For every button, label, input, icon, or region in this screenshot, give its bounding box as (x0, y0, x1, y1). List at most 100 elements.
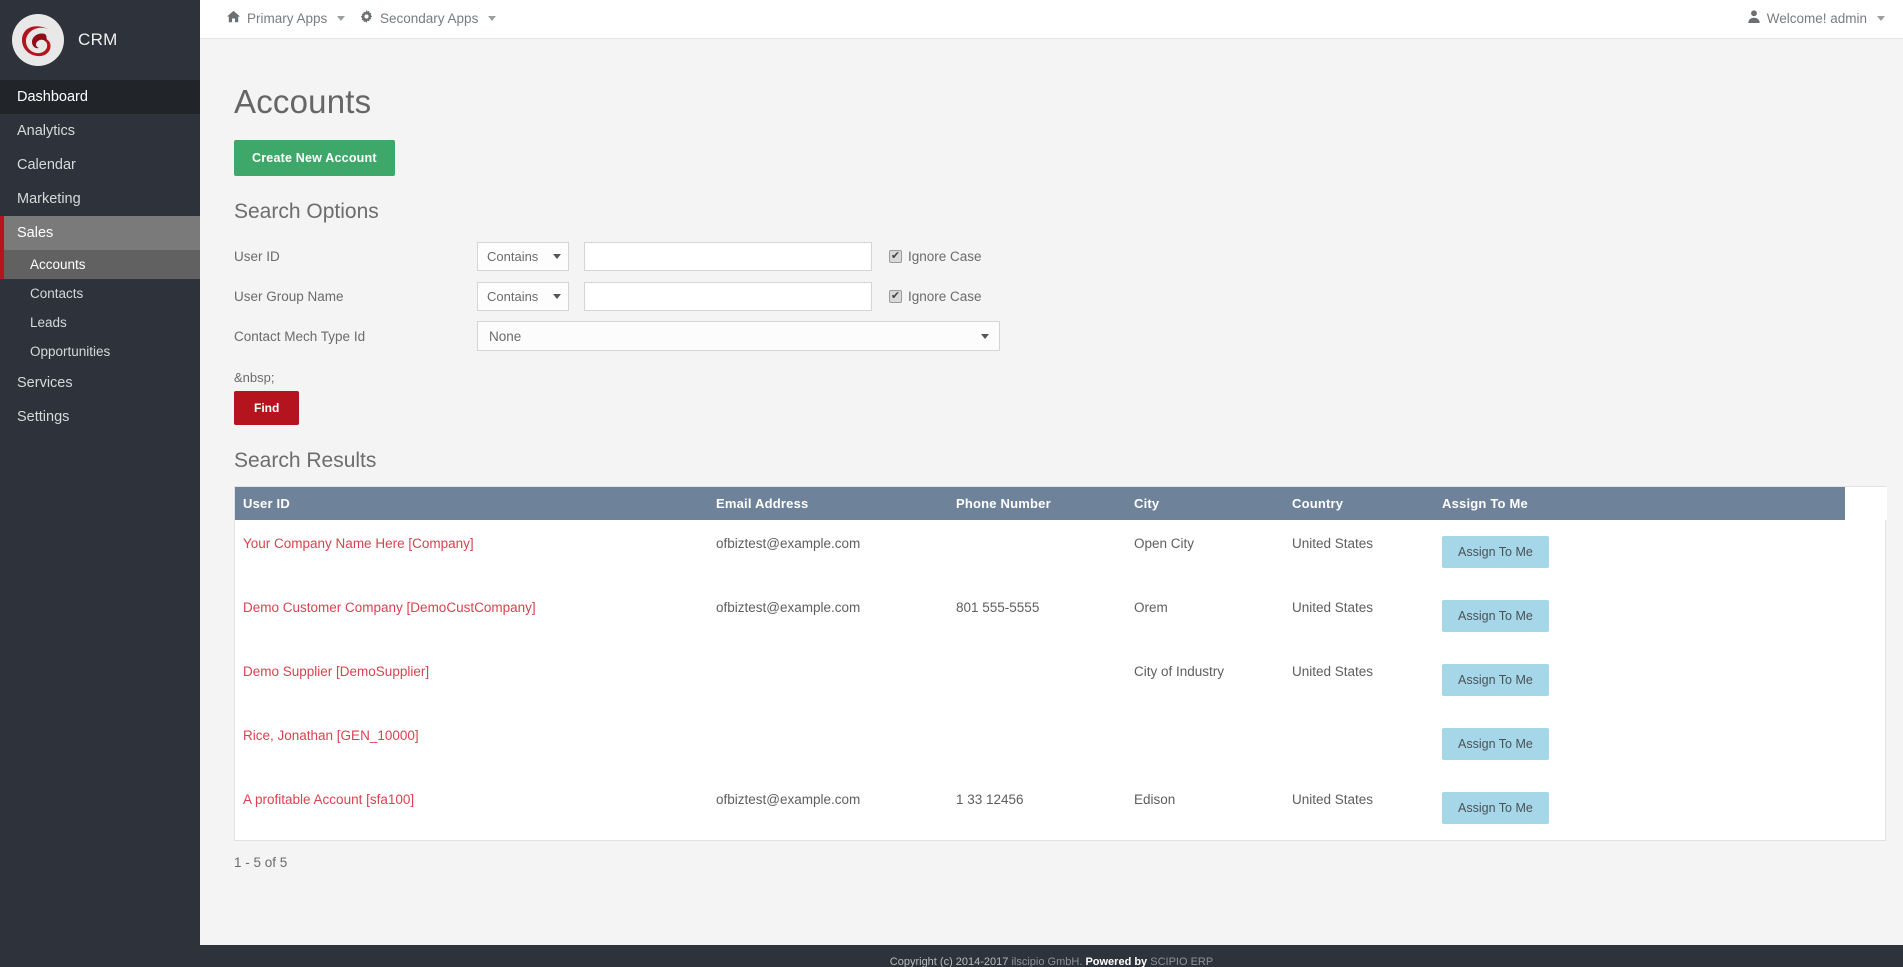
search-options-form: User ID Contains ✔ Ignore Case User Group Na… (200, 224, 1903, 425)
user-menu[interactable]: Welcome! admin (1748, 10, 1885, 26)
cell-email (708, 712, 948, 776)
user-id-operator-select[interactable]: Contains (477, 241, 569, 271)
search-results-heading: Search Results (234, 449, 377, 472)
page-title: Accounts (234, 83, 372, 120)
cell-phone: 801 555-5555 (956, 600, 1040, 615)
user-id-operator-value: Contains (487, 248, 539, 264)
search-options-heading: Search Options (234, 200, 379, 223)
assign-to-me-button[interactable]: Assign To Me (1442, 664, 1549, 696)
cell-email: ofbiztest@example.com (716, 600, 861, 615)
user-group-name-ignore-case-label: Ignore Case (908, 288, 982, 304)
footer-powered-by: Powered by (1085, 956, 1148, 967)
sidebar-nav: Dashboard Analytics Calendar Marketing Sales… (0, 80, 200, 434)
sidebar-item-analytics[interactable]: Analytics (0, 114, 200, 148)
sidebar-item-calendar[interactable]: Calendar (0, 148, 200, 182)
account-link[interactable]: Demo Supplier [DemoSupplier] (243, 664, 429, 679)
cell-assign: Assign To Me (1434, 648, 1845, 712)
assign-to-me-button[interactable]: Assign To Me (1442, 600, 1549, 632)
table-body: Your Company Name Here [Company] ofbiztes… (235, 520, 1887, 840)
chevron-down-icon (488, 15, 497, 21)
user-group-name-label: User Group Name (234, 288, 344, 304)
gear-icon (360, 10, 373, 26)
user-group-name-ignore-case-checkbox[interactable]: ✔ Ignore Case (889, 289, 982, 304)
cell-assign: Assign To Me (1434, 776, 1845, 840)
user-id-label: User ID (234, 248, 280, 264)
sidebar-item-dashboard[interactable]: Dashboard (0, 80, 200, 114)
cell-phone (948, 648, 1126, 712)
search-results-table-container: User ID Email Address Phone Number City Coun… (234, 486, 1887, 841)
user-group-name-input[interactable] (584, 281, 872, 311)
checkbox-checked-icon: ✔ (889, 289, 902, 303)
sidebar-item-opportunities[interactable]: Opportunities (0, 337, 200, 366)
chevron-down-icon (553, 253, 561, 259)
sidebar-item-accounts[interactable]: Accounts (0, 250, 200, 279)
search-results-table: User ID Email Address Phone Number City Coun… (235, 487, 1887, 840)
sidebar-item-settings[interactable]: Settings (0, 400, 200, 434)
account-link[interactable]: Demo Customer Company [DemoCustCompany] (243, 600, 536, 615)
account-link[interactable]: Rice, Jonathan [GEN_10000] (243, 728, 419, 743)
cell-country: United States (1292, 600, 1374, 615)
cell-spacer (1845, 648, 1887, 712)
sidebar: CRM Dashboard Analytics Calendar Marketing S… (0, 0, 200, 967)
user-group-name-operator-select[interactable]: Contains (477, 281, 569, 311)
table-row: Your Company Name Here [Company] ofbiztes… (235, 520, 1887, 584)
cell-user-id: A profitable Account [sfa100] (235, 776, 708, 840)
search-row: User Group Name Contains ✔ Ignore Case (200, 276, 1903, 316)
cell-email: ofbiztest@example.com (716, 792, 861, 807)
secondary-apps-menu[interactable]: Secondary Apps (360, 10, 497, 26)
sidebar-item-services[interactable]: Services (0, 366, 200, 400)
checkbox-checked-icon: ✔ (889, 249, 902, 263)
cell-user-id: Demo Supplier [DemoSupplier] (235, 648, 708, 712)
footer-product[interactable]: SCIPIO ERP (1150, 956, 1213, 967)
primary-apps-menu[interactable]: Primary Apps (227, 10, 346, 26)
cell-email (708, 648, 948, 712)
search-row: User ID Contains ✔ Ignore Case (200, 236, 1903, 276)
sidebar-item-marketing[interactable]: Marketing (0, 182, 200, 216)
cell-country (1284, 712, 1434, 776)
find-button[interactable]: Find (234, 391, 300, 425)
top-navigation-bar: Primary Apps Secondary Apps Welcome! adm… (200, 0, 1903, 39)
column-header-email-address: Email Address (708, 487, 948, 520)
table-row: A profitable Account [sfa100] ofbiztest@e… (235, 776, 1887, 840)
cell-assign: Assign To Me (1434, 520, 1845, 584)
page-footer: Copyright (c) 2014-2017 ilscipio GmbH. P… (200, 945, 1903, 967)
cell-spacer (1845, 712, 1887, 776)
cell-user-id: Demo Customer Company [DemoCustCompany] (235, 584, 708, 648)
cell-phone (948, 520, 1126, 584)
table-row: Rice, Jonathan [GEN_10000] Assign To Me (235, 712, 1887, 776)
table-row: Demo Supplier [DemoSupplier] City of Indu… (235, 648, 1887, 712)
user-icon (1748, 10, 1760, 26)
cell-assign: Assign To Me (1434, 712, 1845, 776)
sidebar-item-contacts[interactable]: Contacts (0, 279, 200, 308)
cell-spacer (1845, 776, 1887, 840)
account-link[interactable]: A profitable Account [sfa100] (243, 792, 414, 807)
contact-mech-type-select[interactable]: None (477, 321, 1000, 351)
column-header-phone-number: Phone Number (948, 487, 1126, 520)
column-header-user-id: User ID (235, 487, 708, 520)
sidebar-item-leads[interactable]: Leads (0, 308, 200, 337)
user-id-ignore-case-checkbox[interactable]: ✔ Ignore Case (889, 249, 982, 264)
brand-header[interactable]: CRM (0, 0, 200, 80)
cell-spacer (1845, 584, 1887, 648)
user-id-ignore-case-label: Ignore Case (908, 248, 982, 264)
table-row: Demo Customer Company [DemoCustCompany] o… (235, 584, 1887, 648)
assign-to-me-button[interactable]: Assign To Me (1442, 536, 1549, 568)
cell-city: Orem (1134, 600, 1168, 615)
footer-company[interactable]: ilscipio GmbH. (1011, 956, 1082, 967)
assign-to-me-button[interactable]: Assign To Me (1442, 792, 1549, 824)
column-header-city: City (1126, 487, 1284, 520)
account-link[interactable]: Your Company Name Here [Company] (243, 536, 474, 551)
chevron-down-icon (1877, 15, 1885, 21)
user-id-input[interactable] (584, 241, 872, 271)
user-greeting-label: Welcome! admin (1766, 10, 1867, 26)
cell-country: United States (1292, 664, 1374, 679)
cell-city (1126, 712, 1284, 776)
contact-mech-type-label: Contact Mech Type Id (234, 328, 366, 344)
sidebar-item-sales[interactable]: Sales (0, 216, 200, 250)
column-header-country: Country (1284, 487, 1434, 520)
home-icon (227, 10, 240, 26)
assign-to-me-button[interactable]: Assign To Me (1442, 728, 1549, 760)
table-header-row: User ID Email Address Phone Number City Coun… (235, 487, 1887, 520)
create-new-account-button[interactable]: Create New Account (234, 140, 395, 176)
cell-country: United States (1292, 792, 1374, 807)
